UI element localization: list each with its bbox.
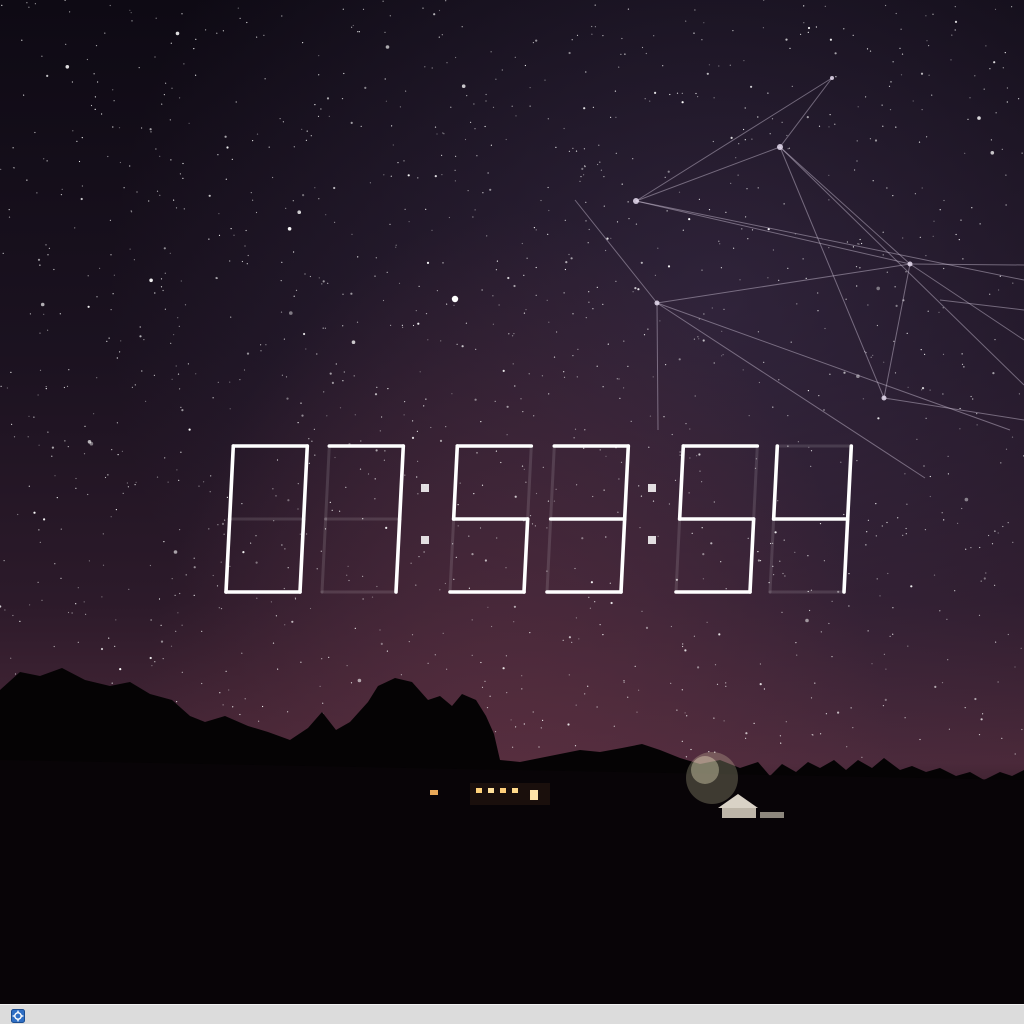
segment-off — [448, 517, 456, 594]
segment-on — [748, 517, 756, 594]
clock-colon-dot — [421, 484, 429, 492]
segment-off — [545, 517, 553, 594]
segment-on — [677, 444, 686, 521]
segment-off — [526, 444, 533, 521]
clock-digit — [224, 444, 310, 594]
desktop-background — [0, 0, 1024, 1004]
segment-off — [320, 517, 328, 594]
segment-on — [397, 444, 406, 521]
clock-colon-dot — [648, 484, 656, 492]
segment-on — [224, 517, 232, 594]
segment-on — [771, 444, 780, 521]
segment-on — [451, 444, 460, 521]
clock-colon-dot — [648, 536, 656, 544]
segment-off — [768, 517, 776, 594]
segment-on — [842, 517, 850, 594]
clock-digit — [674, 444, 760, 594]
clock-digit — [320, 444, 406, 594]
taskbar — [0, 1004, 1024, 1024]
segment-on — [845, 444, 854, 521]
segment-off — [549, 444, 556, 521]
segment-on — [619, 517, 627, 594]
segment-on — [301, 444, 310, 521]
segment-off — [324, 444, 331, 521]
segment-off — [752, 444, 759, 521]
clock-colon-dot — [421, 536, 429, 544]
segment-on — [622, 444, 631, 521]
settings-gear-icon[interactable] — [11, 1009, 25, 1023]
segment-off — [674, 517, 682, 594]
clock-digit — [448, 444, 534, 594]
segment-on — [394, 517, 402, 594]
clock-display — [224, 444, 854, 594]
segment-on — [522, 517, 530, 594]
clock-digit — [768, 444, 854, 594]
segment-on — [227, 444, 236, 521]
segment-on — [298, 517, 306, 594]
clock-digit — [545, 444, 631, 594]
